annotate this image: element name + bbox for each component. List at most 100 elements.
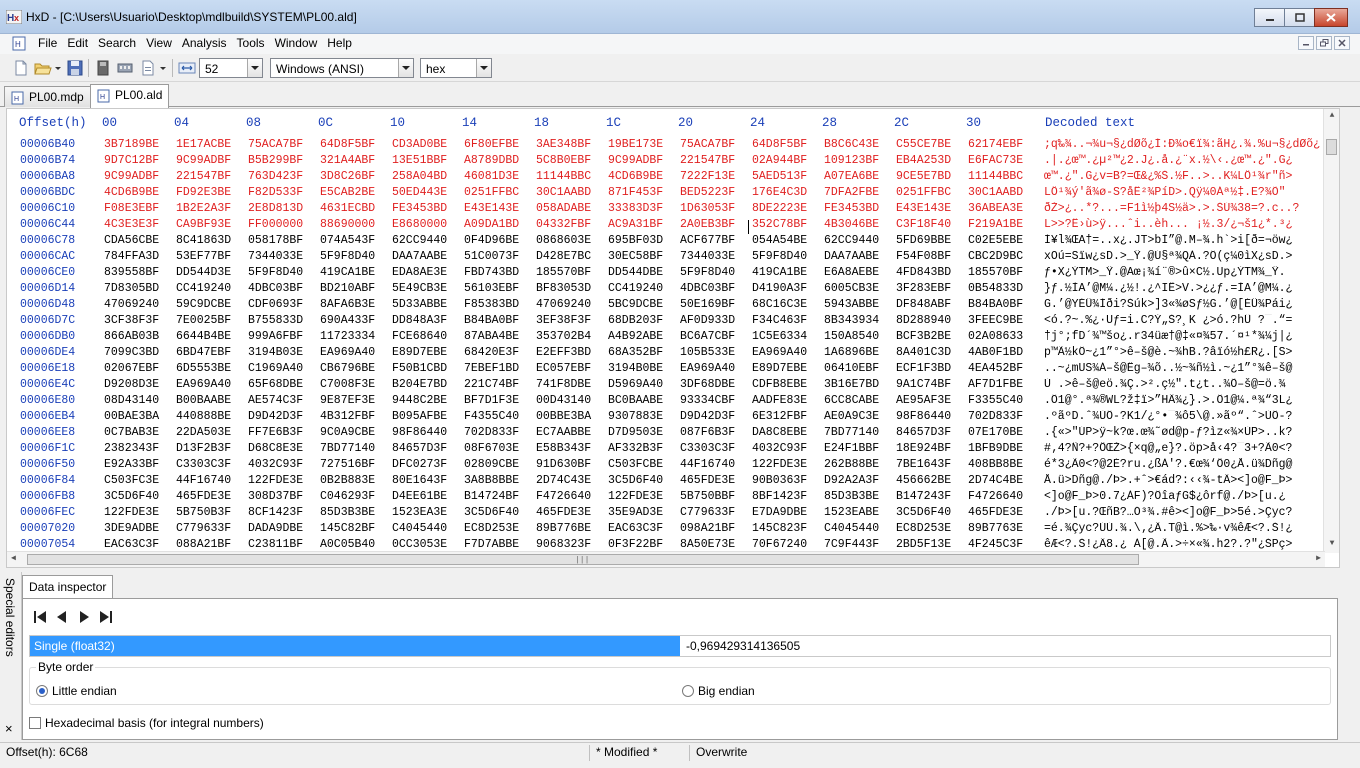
hex-byte-group[interactable]: 62CC9440	[392, 234, 447, 247]
data-type-value[interactable]: -0,969429314136505	[686, 639, 800, 653]
hex-byte-group[interactable]: 221547BF	[176, 170, 231, 183]
hex-byte-group[interactable]: 054A54BE	[752, 234, 807, 247]
hex-byte-group[interactable]: 7E0025BF	[176, 314, 231, 327]
hex-byte-group[interactable]: F08E3EBF	[104, 202, 159, 215]
hex-byte-group[interactable]: 1523EA3E	[392, 506, 447, 519]
mdi-restore-button[interactable]	[1316, 36, 1332, 50]
hex-byte-group[interactable]: 00BBE3BA	[536, 410, 591, 423]
hex-byte-group[interactable]: 105B533E	[680, 346, 735, 359]
hex-byte-group[interactable]: 89B776BE	[536, 522, 591, 535]
hex-byte-group[interactable]: 84657D3F	[896, 426, 951, 439]
decoded-text[interactable]: é*3¿Ã0<?@2É?ru.¿ßÀ'?.€œ¾‘Ö0¿Å.ü¾Dñg@	[1044, 458, 1325, 471]
hex-byte-group[interactable]: 122FDE3E	[752, 458, 807, 471]
hex-row[interactable]: 00007020 3DE9ADBE C779633F DADA9DBE 145C82BF…	[7, 521, 1325, 537]
hex-byte-group[interactable]: 0F4D96BE	[464, 234, 519, 247]
hex-byte-group[interactable]: CBC2D9BC	[968, 250, 1023, 263]
hex-row[interactable]: 00006FB8 3C5D6F40 465FDE3E 308D37BF C046293F…	[7, 489, 1325, 505]
hex-byte-group[interactable]: 6E312FBF	[752, 410, 807, 423]
hex-byte-group[interactable]: 80E1643F	[392, 474, 447, 487]
hex-byte-group[interactable]: 3D8C26BF	[320, 170, 375, 183]
hex-byte-group[interactable]: 5FD69BBE	[896, 234, 951, 247]
hex-byte-group[interactable]: 6BD47EBF	[176, 346, 231, 359]
hex-byte-group[interactable]: 702D833F	[464, 426, 519, 439]
hex-byte-group[interactable]: 0F3F22BF	[608, 538, 663, 551]
hex-byte-group[interactable]: DD544D3E	[176, 266, 231, 279]
hex-byte-group[interactable]: 89B7763E	[968, 522, 1023, 535]
hex-byte-group[interactable]: 9068323F	[536, 538, 591, 551]
hex-byte-group[interactable]: 4DBC03BF	[680, 282, 735, 295]
menu-help[interactable]: Help	[322, 36, 357, 51]
hex-byte-group[interactable]: 2D74C43E	[536, 474, 591, 487]
hex-byte-group[interactable]: DAA7AABE	[824, 250, 879, 263]
hex-byte-group[interactable]: 3194B0BE	[608, 362, 663, 375]
hex-byte-group[interactable]: 419CA1BE	[320, 266, 375, 279]
big-endian-radio[interactable]: Big endian	[682, 684, 755, 698]
menu-tools[interactable]: Tools	[232, 36, 270, 51]
hex-byte-group[interactable]: 763D423F	[248, 170, 303, 183]
hex-byte-group[interactable]: C02E5EBE	[968, 234, 1023, 247]
hex-byte-group[interactable]: 91D630BF	[536, 458, 591, 471]
hex-byte-group[interactable]: 3C5D6F40	[464, 506, 519, 519]
hex-byte-group[interactable]: 3A8B8BBE	[464, 474, 519, 487]
decoded-text[interactable]: .Ô1@°.ª¾®WL?ž‡ï>”HÂ¾¿}.>.Ô1@¼.ª¾“3L¿	[1044, 394, 1325, 407]
hex-byte-group[interactable]: C3303C3F	[176, 458, 231, 471]
hex-byte-group[interactable]: CC419240	[608, 282, 663, 295]
hex-row[interactable]: 00006FEC 122FDE3E 5B750B3F 8CF1423F 85D3B3BE…	[7, 505, 1325, 521]
hex-byte-group[interactable]: 98F86440	[392, 426, 447, 439]
hex-byte-group[interactable]: F50B1CBD	[392, 362, 447, 375]
decoded-text[interactable]: G.’@YÉÜ¾Íði?Šúk>]3«¾øSƒ½G.’@[ÉÜ¾Pái¿	[1044, 298, 1325, 311]
hex-byte-group[interactable]: 59C9DCBE	[176, 298, 231, 311]
hex-byte-group[interactable]: 5F9F8D40	[320, 250, 375, 263]
hex-byte-group[interactable]: 8DE2223E	[752, 202, 807, 215]
hex-byte-group[interactable]: 262B88BE	[824, 458, 879, 471]
hex-byte-group[interactable]: 465FDE3E	[536, 506, 591, 519]
decoded-text[interactable]: LÖ¹¾ý'ã¾ø-S?åÊ²¾PíD>.Qÿ¼0Áª½‡.E?¾Õ"	[1044, 186, 1325, 199]
hex-byte-group[interactable]: 702D833F	[968, 410, 1023, 423]
hex-row[interactable]: 00006F84 C503FC3E 44F16740 122FDE3E 0B2B883E…	[7, 473, 1325, 489]
hex-byte-group[interactable]: 98F86440	[896, 410, 951, 423]
decoded-text[interactable]: .ºãºD.ˆ¾ÙÔ-?K1/¿°•¯¾ô5\@.»ãº“.ˆ>ÙÔ-?	[1044, 410, 1325, 423]
hex-byte-group[interactable]: EC057EBF	[536, 362, 591, 375]
hex-byte-group[interactable]: 8B343934	[824, 314, 879, 327]
hex-byte-group[interactable]: D4190A3F	[752, 282, 807, 295]
hex-byte-group[interactable]: 1BFB9DBE	[968, 442, 1023, 455]
hex-byte-group[interactable]: D68C8E3E	[248, 442, 303, 455]
hex-byte-group[interactable]: B095AFBE	[392, 410, 447, 423]
hex-byte-group[interactable]: F4726640	[536, 490, 591, 503]
hex-byte-group[interactable]: EC8D253E	[896, 522, 951, 535]
hex-byte-group[interactable]: E7DA9DBE	[752, 506, 807, 519]
hex-byte-group[interactable]: 0B54833D	[968, 282, 1023, 295]
hex-byte-group[interactable]: BED5223F	[680, 186, 735, 199]
hex-byte-group[interactable]: C4045440	[824, 522, 879, 535]
hex-byte-group[interactable]: 9C99ADBF	[608, 154, 663, 167]
maximize-button[interactable]	[1284, 8, 1314, 27]
hex-row[interactable]: 00006B40 3B7189BE 1E17ACBE 75ACA7BF 64D8F5BF…	[7, 137, 1325, 153]
hex-byte-group[interactable]: 3B7189BE	[104, 138, 159, 151]
hex-byte-group[interactable]: 93334CBF	[680, 394, 735, 407]
hex-byte-group[interactable]: 85D3B3BE	[320, 506, 375, 519]
hex-byte-group[interactable]: D9D42D3F	[680, 410, 735, 423]
hex-byte-group[interactable]: 65F68DBE	[248, 378, 303, 391]
hex-byte-group[interactable]: E43E143E	[464, 202, 519, 215]
hex-byte-group[interactable]: B5B299BF	[248, 154, 303, 167]
hex-byte-group[interactable]: 30C1AABD	[536, 186, 591, 199]
hex-byte-group[interactable]: 727516BF	[320, 458, 375, 471]
hex-byte-group[interactable]: CDA56CBE	[104, 234, 159, 247]
hex-byte-group[interactable]: FD92E3BE	[176, 186, 231, 199]
hex-byte-group[interactable]: AE0A9C3E	[824, 410, 879, 423]
hex-row[interactable]: 00006C44 4C3E3E3F CA9BF93E FF000000 88690000…	[7, 217, 1325, 233]
hex-byte-group[interactable]: 87ABA4BE	[464, 330, 519, 343]
hex-byte-group[interactable]: 18E924BF	[896, 442, 951, 455]
hex-byte-group[interactable]: 7BE1643F	[896, 458, 951, 471]
hex-byte-group[interactable]: 098A21BF	[680, 522, 735, 535]
ram-icon[interactable]	[116, 59, 134, 77]
hex-byte-group[interactable]: 53EF77BF	[176, 250, 231, 263]
hex-row[interactable]: 00006B74 9D7C12BF 9C99ADBF B5B299BF 321A4ABF…	[7, 153, 1325, 169]
hex-byte-group[interactable]: 64D8F5BF	[320, 138, 375, 151]
hex-byte-group[interactable]: 70F67240	[752, 538, 807, 551]
hex-byte-group[interactable]: 2A0EB3BF	[680, 218, 735, 231]
menu-view[interactable]: View	[141, 36, 177, 51]
hex-byte-group[interactable]: 4EA452BF	[968, 362, 1023, 375]
hex-byte-group[interactable]: 9307883E	[608, 410, 663, 423]
hex-row[interactable]: 00006EE8 0C7BAB3E 22DA503E FF7E6B3F 9C0A9CBE…	[7, 425, 1325, 441]
